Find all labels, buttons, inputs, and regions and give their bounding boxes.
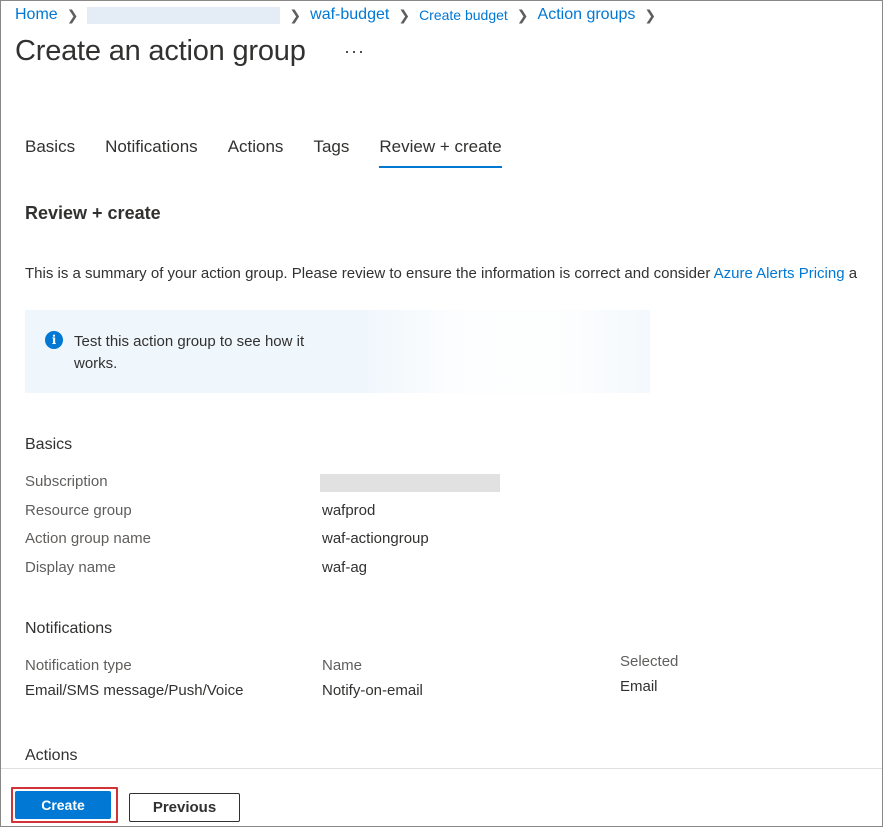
display-name-label: Display name bbox=[25, 559, 116, 576]
breadcrumb-redacted bbox=[87, 6, 281, 24]
chevron-right-icon: ❯ bbox=[516, 6, 529, 23]
notification-type-value: Email/SMS message/Push/Voice bbox=[25, 682, 244, 699]
info-redacted bbox=[355, 310, 655, 393]
tab-actions[interactable]: Actions bbox=[228, 137, 284, 168]
subscription-label: Subscription bbox=[25, 473, 108, 490]
info-icon: i bbox=[45, 331, 63, 349]
info-text: Test this action group to see how it wor… bbox=[74, 333, 305, 372]
notification-type-header: Notification type bbox=[25, 657, 132, 674]
azure-alerts-pricing-link[interactable]: Azure Alerts Pricing bbox=[714, 265, 845, 282]
display-name-value: waf-ag bbox=[322, 559, 368, 576]
notification-selected-header: Selected bbox=[620, 653, 679, 670]
tab-tags[interactable]: Tags bbox=[313, 137, 349, 168]
tab-bar: Basics Notifications Actions Tags Review… bbox=[25, 137, 532, 168]
action-group-name-label: Action group name bbox=[25, 530, 151, 547]
breadcrumb-budget[interactable]: waf-budget bbox=[310, 6, 389, 24]
page-title: Create an action group bbox=[15, 35, 306, 67]
notification-selected-value: Email bbox=[620, 678, 658, 695]
notification-name-header: Name bbox=[322, 657, 363, 674]
info-banner: i Test this action group to see how it w… bbox=[25, 310, 655, 393]
chevron-right-icon: ❯ bbox=[644, 6, 657, 23]
breadcrumb-create-budget[interactable]: Create budget bbox=[419, 7, 508, 23]
tab-basics[interactable]: Basics bbox=[25, 137, 75, 168]
basics-title: Basics bbox=[25, 436, 73, 453]
breadcrumb-action-groups[interactable]: Action groups bbox=[538, 6, 636, 24]
breadcrumb-home[interactable]: Home bbox=[15, 6, 58, 24]
previous-button[interactable]: Previous bbox=[129, 793, 240, 822]
notifications-title: Notifications bbox=[25, 620, 113, 637]
tab-notifications[interactable]: Notifications bbox=[105, 137, 198, 168]
notification-name-value: Notify-on-email bbox=[322, 682, 423, 699]
chevron-right-icon: ❯ bbox=[398, 6, 411, 23]
summary-text: This is a summary of your action group. … bbox=[25, 265, 857, 282]
chevron-right-icon: ❯ bbox=[289, 6, 302, 23]
create-button[interactable]: Create bbox=[15, 791, 111, 819]
actions-title: Actions bbox=[25, 747, 78, 764]
action-group-name-value: waf-actiongroup bbox=[322, 530, 429, 547]
summary-lead: This is a summary of your action group. … bbox=[25, 265, 714, 282]
more-options-icon[interactable]: ··· bbox=[344, 41, 365, 62]
resource-group-value: wafprod bbox=[322, 502, 376, 519]
resource-group-label: Resource group bbox=[25, 502, 132, 519]
review-heading: Review + create bbox=[25, 203, 161, 223]
breadcrumb: Home ❯ ❯ waf-budget ❯ Create budget ❯ Ac… bbox=[15, 5, 665, 25]
tab-review-create[interactable]: Review + create bbox=[379, 137, 502, 168]
chevron-right-icon: ❯ bbox=[66, 6, 79, 23]
summary-tail: a bbox=[844, 265, 858, 282]
subscription-redacted bbox=[320, 474, 500, 492]
